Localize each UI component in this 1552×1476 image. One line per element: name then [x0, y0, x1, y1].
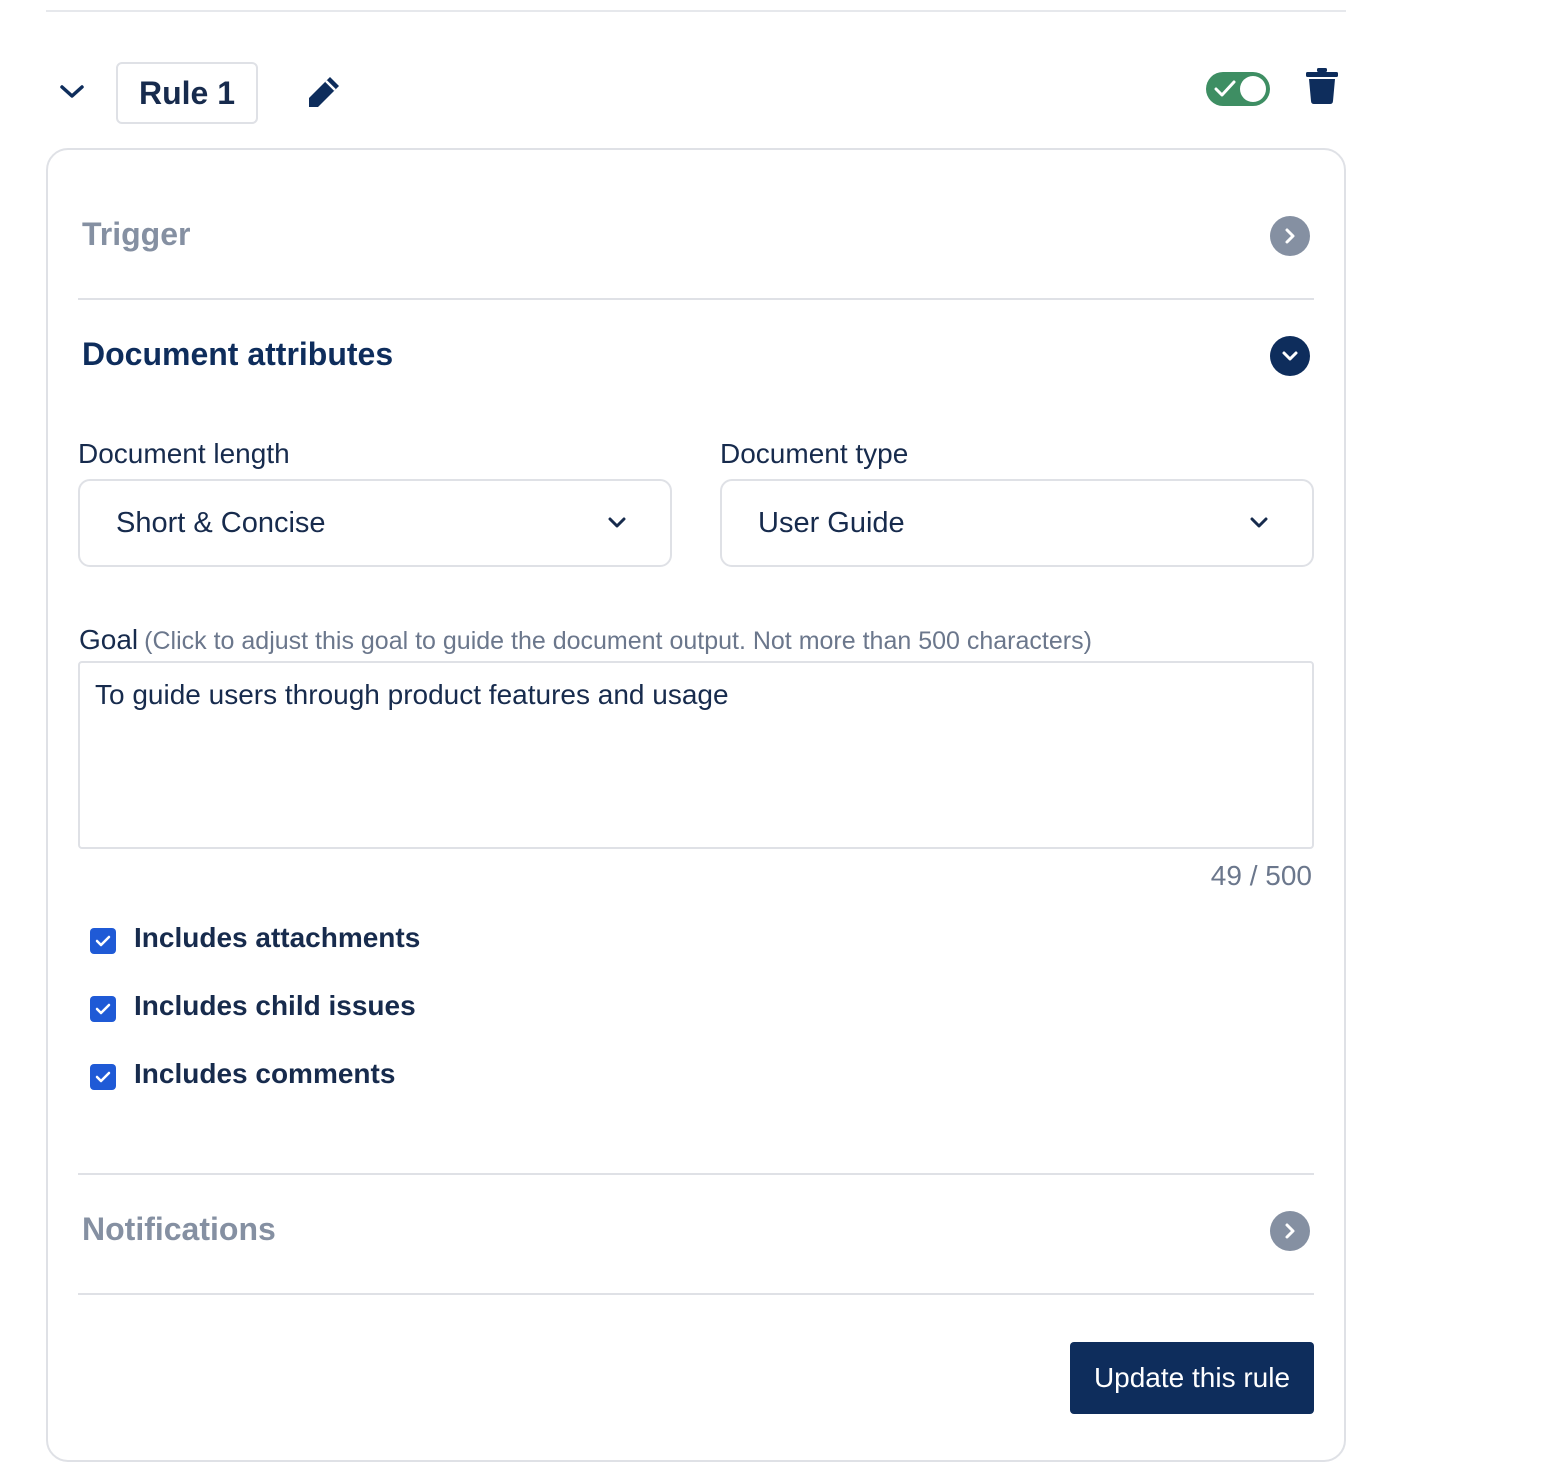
rule-card: Trigger Document attributes Document len…: [46, 148, 1346, 1462]
delete-rule-button[interactable]: [1302, 64, 1342, 108]
goal-label-row: Goal (Click to adjust this goal to guide …: [79, 624, 1092, 656]
chevron-down-icon: [60, 85, 84, 98]
section-document-attributes-title: Document attributes: [82, 336, 394, 372]
chevron-right-icon: [1285, 1223, 1295, 1239]
goal-label: Goal: [79, 624, 139, 655]
chevron-down-icon: [608, 517, 626, 528]
expand-trigger-button[interactable]: [1270, 216, 1310, 256]
section-notifications-title: Notifications: [82, 1211, 276, 1247]
divider: [78, 1293, 1314, 1295]
check-icon: [95, 1003, 111, 1015]
goal-textarea[interactable]: To guide users through product features …: [78, 661, 1314, 849]
chevron-down-icon: [1282, 351, 1298, 361]
top-divider: [46, 10, 1346, 12]
divider: [78, 298, 1314, 300]
document-length-select[interactable]: Short & Concise: [78, 479, 672, 567]
edit-rule-name-button[interactable]: [300, 70, 346, 116]
chevron-right-icon: [1285, 228, 1295, 244]
chevron-down-icon: [1250, 517, 1268, 528]
section-trigger[interactable]: Trigger: [80, 208, 1314, 268]
document-type-value: User Guide: [758, 507, 905, 539]
document-type-select[interactable]: User Guide: [720, 479, 1314, 567]
checkbox-checked[interactable]: [90, 996, 116, 1022]
goal-hint: (Click to adjust this goal to guide the …: [144, 627, 1092, 655]
divider: [78, 1173, 1314, 1175]
checkbox-label: Includes child issues: [134, 990, 416, 1021]
rule-header: Rule 1: [46, 60, 1346, 128]
section-document-attributes[interactable]: Document attributes: [80, 328, 1314, 388]
document-length-label: Document length: [78, 438, 290, 469]
rule-enabled-toggle[interactable]: [1206, 72, 1270, 106]
rule-name-field[interactable]: Rule 1: [116, 62, 258, 124]
checkbox-checked[interactable]: [90, 928, 116, 954]
check-icon: [95, 1071, 111, 1083]
section-trigger-title: Trigger: [82, 216, 191, 252]
collapse-rule-button[interactable]: [54, 74, 90, 110]
update-rule-button[interactable]: Update this rule: [1070, 1342, 1314, 1414]
expand-notifications-button[interactable]: [1270, 1211, 1310, 1251]
check-icon: [1214, 80, 1236, 97]
check-icon: [95, 935, 111, 947]
collapse-document-attributes-button[interactable]: [1270, 336, 1310, 376]
checkbox-label: Includes attachments: [134, 922, 421, 953]
section-notifications[interactable]: Notifications: [80, 1203, 1314, 1263]
toggle-knob: [1240, 76, 1266, 102]
checkbox-label: Includes comments: [134, 1058, 396, 1089]
document-type-label: Document type: [720, 438, 909, 469]
goal-character-counter: 49 / 500: [1210, 860, 1312, 891]
pencil-icon: [309, 77, 339, 107]
document-length-value: Short & Concise: [116, 507, 326, 539]
trash-icon: [1306, 68, 1338, 104]
checkbox-checked[interactable]: [90, 1064, 116, 1090]
